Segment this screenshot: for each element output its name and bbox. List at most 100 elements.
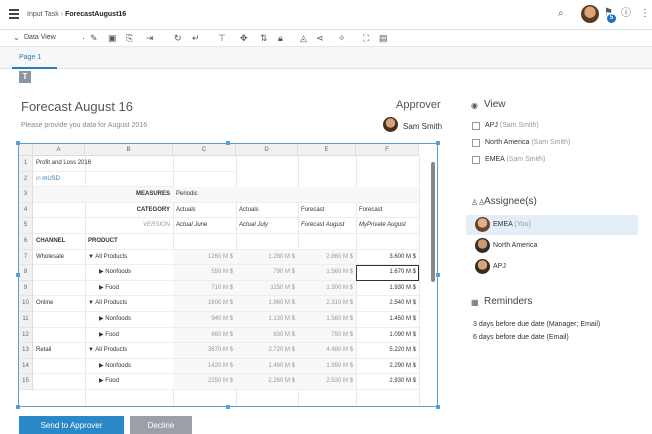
undo-icon[interactable]: ↵: [192, 32, 200, 44]
row-header-4[interactable]: 4: [19, 202, 33, 219]
value-cell[interactable]: 4.480 M $: [298, 343, 356, 359]
value-cell[interactable]: 2.530 M $: [298, 374, 356, 390]
column-header-b[interactable]: B: [85, 144, 173, 156]
value-cell[interactable]: 2.930 M $: [356, 374, 419, 390]
row-header-5[interactable]: 5: [19, 218, 33, 234]
pivot-icon[interactable]: ✥: [240, 32, 248, 44]
unit-link[interactable]: mUSD: [42, 176, 60, 182]
filter-icon[interactable]: ⊤: [218, 32, 226, 44]
value-cell[interactable]: 2.290 M $: [356, 359, 419, 375]
resize-handle[interactable]: [436, 405, 440, 409]
row-header-3[interactable]: 3: [19, 187, 33, 203]
column-header-e[interactable]: E: [298, 144, 356, 156]
avatar[interactable]: [581, 5, 599, 23]
row-header-12[interactable]: 12: [19, 327, 33, 344]
value-cell[interactable]: 1260 M $: [173, 249, 236, 266]
value-cell[interactable]: 3.720 M $: [236, 343, 298, 359]
lock-icon[interactable]: 🔒︎: [278, 32, 283, 44]
product-cell[interactable]: ▶ Nonfoods: [85, 265, 173, 281]
save-icon[interactable]: ▣: [108, 32, 117, 44]
product-cell[interactable]: ▼ All Products: [85, 296, 173, 312]
resize-handle[interactable]: [226, 405, 230, 409]
value-cell[interactable]: 1.450 M $: [356, 312, 419, 328]
column-header-d[interactable]: D: [236, 144, 298, 156]
vertical-scrollbar[interactable]: [431, 162, 435, 282]
help-icon[interactable]: ⓘ: [621, 8, 631, 20]
value-cell[interactable]: 1.560 M $: [298, 265, 356, 281]
value-cell[interactable]: 940 M $: [173, 312, 236, 328]
select-all-corner[interactable]: [19, 144, 33, 156]
row-header-11[interactable]: 11: [19, 312, 33, 328]
search-icon[interactable]: ⌕: [558, 8, 564, 20]
row-header-9[interactable]: 9: [19, 280, 33, 297]
value-cell[interactable]: 1.930 M $: [356, 281, 419, 297]
chevron-down-icon[interactable]: ⌄: [13, 33, 20, 42]
selected-cell[interactable]: [356, 265, 419, 281]
value-cell[interactable]: 790 M $: [236, 265, 298, 281]
column-header-c[interactable]: C: [173, 144, 236, 156]
value-cell[interactable]: 830 M $: [236, 327, 298, 344]
breadcrumb-parent[interactable]: Input Task: [27, 11, 59, 18]
pin-icon[interactable]: ✧: [338, 32, 346, 44]
refresh-icon[interactable]: ↻: [174, 32, 182, 44]
value-cell[interactable]: 1.090 M $: [356, 328, 419, 344]
product-cell[interactable]: ▼ All Products: [85, 250, 173, 266]
view-checkbox-emea[interactable]: [472, 156, 480, 164]
value-cell[interactable]: 2.860 M $: [298, 249, 356, 266]
row-header-1[interactable]: 1: [19, 156, 33, 172]
row-header-13[interactable]: 13: [19, 343, 33, 359]
value-cell[interactable]: 550 M $: [173, 265, 236, 281]
value-cell[interactable]: 2.540 M $: [356, 296, 419, 312]
resize-handle[interactable]: [16, 141, 20, 145]
row-header-2[interactable]: 2: [19, 171, 33, 188]
value-cell[interactable]: 1.560 M $: [298, 312, 356, 328]
format-icon[interactable]: ◬: [300, 32, 307, 44]
product-cell[interactable]: ▶ Nonfoods: [85, 359, 173, 375]
column-header-a[interactable]: A: [33, 144, 85, 156]
product-cell[interactable]: ▶ Nonfoods: [85, 312, 173, 328]
row-header-7[interactable]: 7: [19, 249, 33, 266]
value-cell[interactable]: 660 M $: [173, 327, 236, 344]
value-cell[interactable]: 710 M $: [173, 280, 236, 297]
assignee-row-apj[interactable]: APJ: [466, 257, 638, 277]
value-cell[interactable]: 5.220 M $: [356, 343, 419, 359]
text-icon[interactable]: T: [19, 71, 31, 83]
resize-handle[interactable]: [436, 273, 440, 277]
spreadsheet-grid[interactable]: A B C D E F 1 2 3 4 5 6 7 8 9 10 11 12 13 14 15 Profit and Lo…: [18, 143, 438, 407]
resize-handle[interactable]: [16, 273, 20, 277]
value-cell[interactable]: 1.460 M $: [236, 358, 298, 375]
product-cell[interactable]: ▼ All Products: [85, 343, 173, 359]
column-header-f[interactable]: F: [356, 144, 419, 156]
value-cell[interactable]: 3670 M $: [173, 343, 236, 359]
assignee-row-north-america[interactable]: North America: [466, 236, 638, 256]
copy-icon[interactable]: ⎘: [126, 32, 133, 44]
resize-handle[interactable]: [226, 141, 230, 145]
menu-icon[interactable]: [9, 9, 19, 19]
export-icon[interactable]: ⇥: [146, 32, 154, 44]
row-header-15[interactable]: 15: [19, 374, 33, 390]
view-checkbox-north-america[interactable]: [472, 139, 480, 147]
value-cell[interactable]: 2.310 M $: [298, 296, 356, 312]
share-icon[interactable]: ⋖: [316, 32, 324, 44]
value-cell[interactable]: 3.600 M $: [356, 250, 419, 266]
product-cell[interactable]: ▶ Food: [85, 328, 173, 344]
assignee-row-emea[interactable]: EMEA (You): [466, 215, 638, 235]
product-cell[interactable]: ▶ Food: [85, 281, 173, 297]
value-cell[interactable]: 1.960 M $: [236, 296, 298, 312]
data-view-dropdown[interactable]: Data View: [24, 34, 56, 41]
view-checkbox-apj[interactable]: [472, 122, 480, 130]
value-cell[interactable]: 1600 M $: [173, 296, 236, 312]
value-cell[interactable]: 750 M $: [298, 327, 356, 344]
value-cell[interactable]: 1420 M $: [173, 358, 236, 375]
resize-handle[interactable]: [436, 141, 440, 145]
row-header-6[interactable]: 6: [19, 234, 33, 250]
value-cell[interactable]: 1.280 M $: [236, 249, 298, 266]
layout-icon[interactable]: ▤: [379, 32, 388, 44]
row-header-14[interactable]: 14: [19, 358, 33, 375]
tab-page-1[interactable]: Page 1: [19, 54, 41, 61]
row-header-8[interactable]: 8: [19, 265, 33, 281]
resize-handle[interactable]: [16, 405, 20, 409]
value-cell[interactable]: 1.300 M $: [298, 280, 356, 297]
row-header-10[interactable]: 10: [19, 296, 33, 312]
value-cell[interactable]: 2250 M $: [173, 374, 236, 390]
